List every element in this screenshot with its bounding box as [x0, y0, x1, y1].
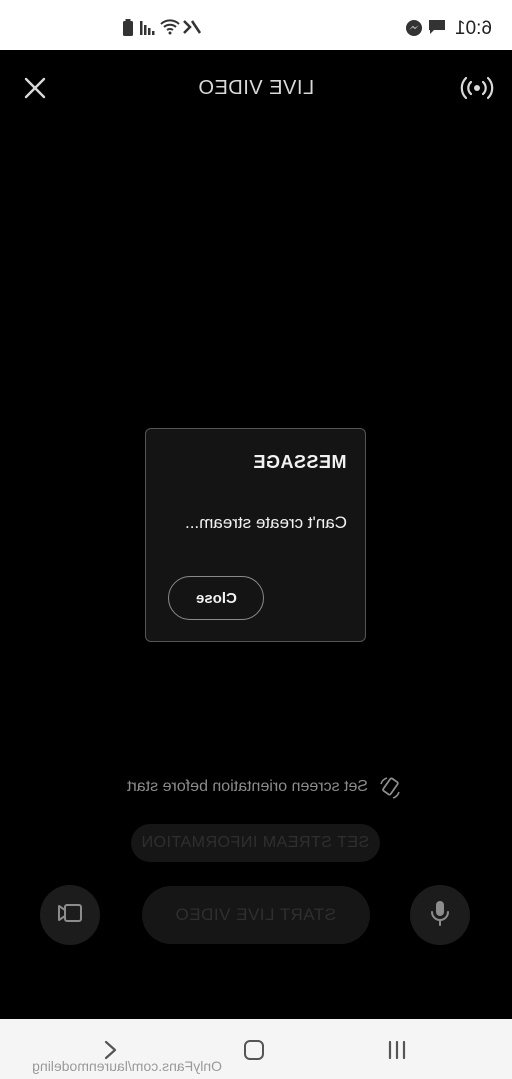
microphone-icon	[429, 899, 451, 932]
start-live-video-label: START LIVE VIDEO	[175, 905, 337, 924]
broadcast-icon[interactable]	[460, 74, 494, 102]
orientation-hint: Set screen orientation before start	[0, 776, 512, 800]
status-bar: 6:01	[0, 0, 512, 50]
set-stream-information-label: SET STREAM INFORMATION	[141, 834, 370, 851]
dialog-title: MESSAGE	[253, 452, 347, 472]
battery-icon	[122, 19, 134, 42]
microphone-button[interactable]	[410, 885, 470, 945]
dialog-close-label: Close	[195, 589, 237, 607]
set-stream-information-button[interactable]: SET STREAM INFORMATION	[131, 824, 380, 862]
watermark: OnlyFans.com/laurenmodeling	[32, 1058, 222, 1074]
home-icon[interactable]	[243, 1039, 265, 1066]
orientation-hint-text: Set screen orientation before start	[126, 778, 368, 795]
rotate-icon	[378, 776, 402, 800]
page-title: LIVE VIDEO	[197, 77, 315, 99]
dialog-close-button[interactable]: Close	[168, 576, 264, 620]
camera-switch-icon	[56, 902, 84, 929]
camera-switch-button[interactable]	[40, 885, 100, 945]
messenger-icon	[405, 19, 423, 42]
dialog-message: Can't create stream...	[185, 513, 347, 532]
signal-icon	[140, 19, 158, 40]
message-dialog: MESSAGE Can't create stream... Close	[145, 428, 366, 642]
start-live-video-button[interactable]: START LIVE VIDEO	[142, 886, 370, 944]
recent-apps-icon[interactable]	[386, 1039, 408, 1066]
header: LIVE VIDEO	[0, 50, 512, 130]
wifi-icon	[160, 19, 180, 40]
status-time: 6:01	[455, 18, 492, 39]
chat-notification-icon	[428, 19, 446, 40]
battery-saver-icon	[182, 19, 202, 40]
